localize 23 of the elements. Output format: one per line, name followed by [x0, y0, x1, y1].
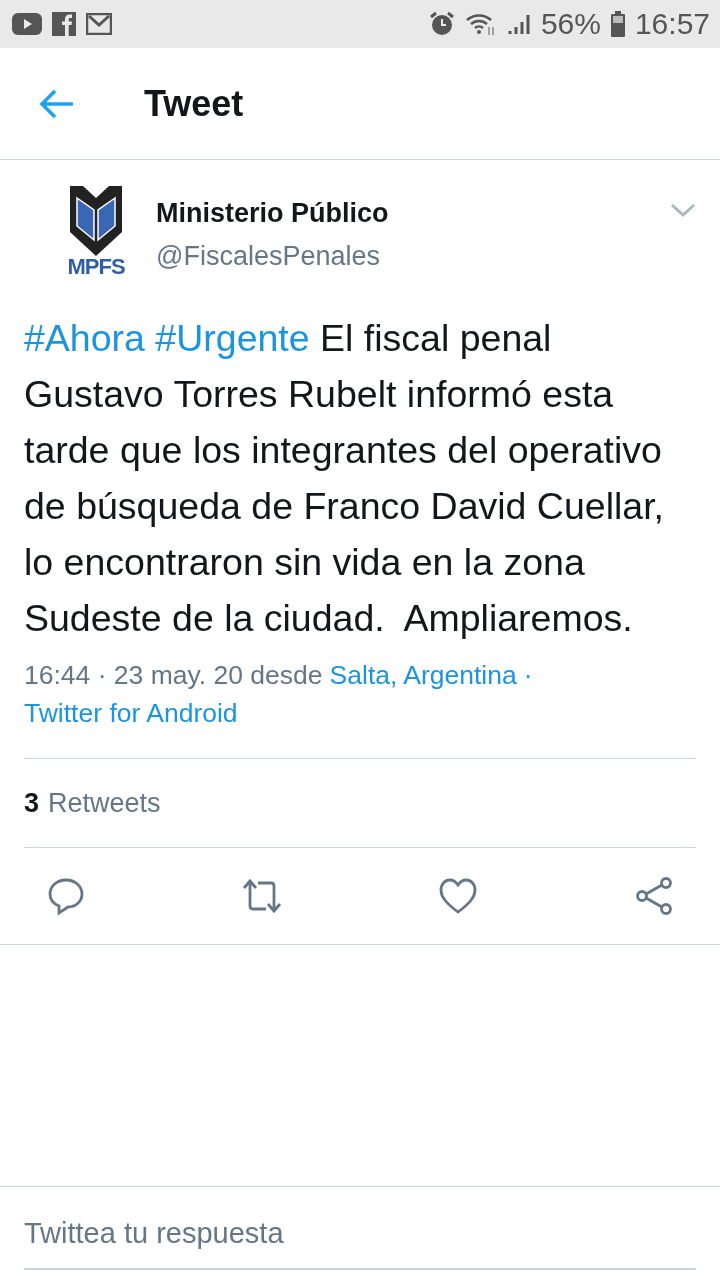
mail-icon	[86, 13, 112, 35]
wifi-icon	[464, 11, 497, 37]
account-name: Ministerio Público	[156, 198, 390, 229]
source-link[interactable]: Twitter for Android	[24, 694, 238, 732]
battery-icon	[610, 11, 625, 37]
account-handle: @FiscalesPenales	[156, 241, 381, 272]
clock: 16:57	[634, 7, 710, 41]
retweets-label: Retweets	[48, 787, 161, 819]
logo-text: MPFS	[67, 256, 125, 278]
battery-percentage: 56%	[540, 7, 601, 41]
facebook-icon	[52, 12, 76, 36]
separator-dot: ·	[523, 659, 533, 692]
page-title: Tweet	[144, 82, 244, 125]
shield-logo-icon	[70, 186, 122, 256]
hashtag-link[interactable]: #Ahora	[24, 317, 145, 359]
tweet-text: #Ahora #Urgente El fiscal penal Gustavo Torres Rubelt informó esta tarde que los integrantes del operativo de búsqueda de Franco David Cuellar, lo encontraron sin vida en la zona Sudeste de la ciudad. Ampliaremos.	[24, 316, 665, 641]
tweet-timestamp: 16:44 · 23 may. 20 desde	[24, 659, 323, 692]
alarm-icon	[428, 11, 455, 37]
location-link[interactable]: Salta, Argentina	[329, 656, 517, 694]
hashtag-link[interactable]: #Urgente	[155, 317, 310, 359]
retweet-count: 3	[24, 787, 40, 819]
youtube-icon	[12, 13, 42, 35]
signal-icon	[506, 12, 531, 36]
